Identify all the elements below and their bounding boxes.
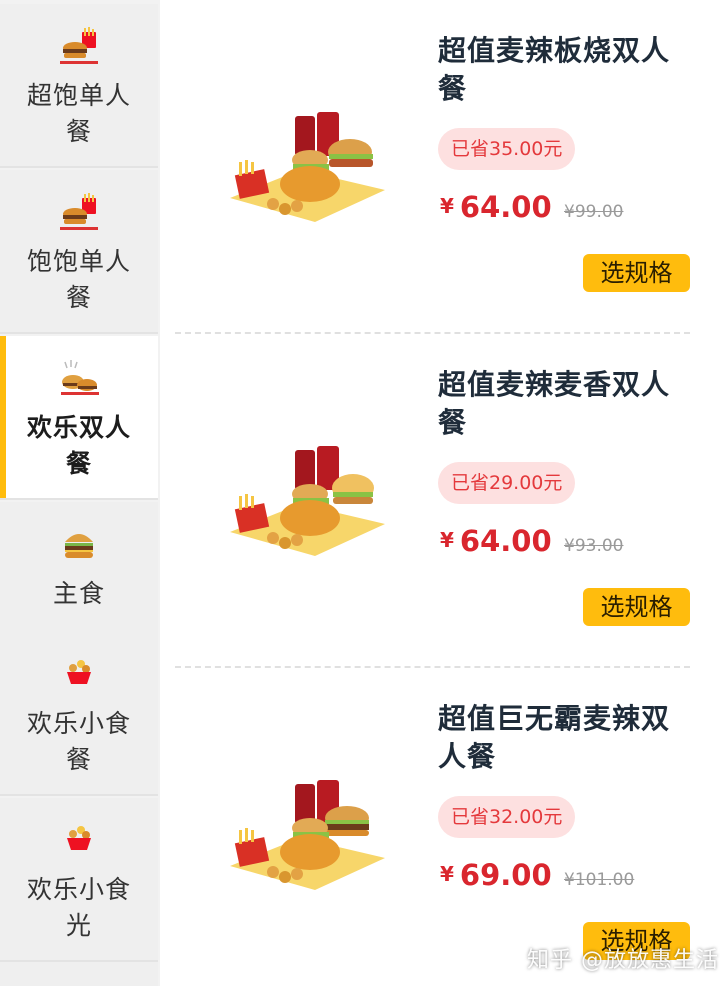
- category-label: 欢乐双人餐: [26, 413, 131, 478]
- burger-icon: [65, 534, 93, 558]
- snack-bowl-icon: [67, 826, 91, 850]
- select-spec-button[interactable]: 选规格: [583, 254, 690, 292]
- snack-bowl-icon: [67, 660, 91, 684]
- meal-set-icon: [60, 193, 98, 230]
- price-value: 64.00: [459, 524, 552, 558]
- savings-badge: 已省35.00元: [438, 128, 576, 170]
- original-price: ¥101.00: [564, 870, 635, 890]
- category-item-snack-meal[interactable]: 欢乐小食餐: [0, 632, 158, 796]
- category-label: 超饱单人餐: [26, 81, 131, 146]
- category-item-full-single[interactable]: 饱饱单人餐: [0, 170, 158, 334]
- product-title: 超值巨无霸麦辣双人餐: [438, 702, 671, 773]
- price-value: 64.00: [459, 190, 552, 224]
- savings-badge: 已省32.00元: [438, 796, 576, 838]
- price: ¥64.00: [440, 190, 552, 224]
- category-item-snack-time[interactable]: 欢乐小食光: [0, 798, 158, 962]
- category-label: 饱饱单人餐: [26, 247, 131, 312]
- category-label: 欢乐小食光: [26, 875, 131, 940]
- select-spec-button[interactable]: 选规格: [583, 588, 690, 626]
- savings-badge: 已省29.00元: [438, 462, 576, 504]
- original-price: ¥93.00: [564, 536, 624, 556]
- category-label: 欢乐小食餐: [26, 709, 131, 774]
- price-value: 69.00: [459, 858, 552, 892]
- price: ¥69.00: [440, 858, 552, 892]
- product-title: 超值麦辣麦香双人餐: [438, 368, 671, 439]
- meal-image: [230, 780, 385, 890]
- meal-set-icon: [60, 27, 98, 64]
- original-price: ¥99.00: [564, 202, 624, 222]
- product-title: 超值麦辣板烧双人餐: [438, 34, 671, 105]
- meal-image: [230, 446, 385, 556]
- watermark: 知乎 @放放惠生活: [527, 948, 719, 973]
- product-card[interactable]: 超值麦辣板烧双人餐 已省35.00元 ¥64.00 ¥99.00 选规格: [175, 0, 695, 334]
- meal-image: [230, 112, 385, 222]
- product-card[interactable]: 超值麦辣麦香双人餐 已省29.00元 ¥64.00 ¥93.00 选规格: [175, 334, 695, 668]
- category-item-partial[interactable]: [0, 962, 158, 986]
- category-item-super-full-single[interactable]: 超饱单人餐: [0, 4, 158, 168]
- currency-symbol: ¥: [440, 194, 454, 218]
- double-meal-icon: [61, 360, 99, 395]
- price: ¥64.00: [440, 524, 552, 558]
- category-label: 主食: [52, 579, 105, 608]
- category-sidebar: 超饱单人餐 饱饱单人餐 欢乐双人餐 主食 欢乐小食餐 欢乐小食光: [0, 0, 160, 986]
- currency-symbol: ¥: [440, 528, 454, 552]
- currency-symbol: ¥: [440, 862, 454, 886]
- category-item-happy-double[interactable]: 欢乐双人餐: [0, 336, 158, 500]
